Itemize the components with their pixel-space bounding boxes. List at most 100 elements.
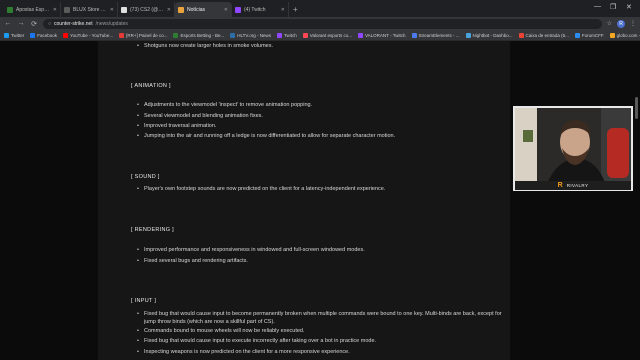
bookmark-label: HLTV.org - News (237, 32, 272, 38)
tab-title: Apostas Esports - Apostar Online (16, 6, 50, 13)
tab-title: (4) Twitch (244, 6, 266, 13)
browser-toolbar: ← → ⟳ ○ counter-strike.net/news/updates … (0, 17, 640, 30)
bookmark-favicon-icon (119, 32, 125, 38)
tab-favicon-icon (178, 6, 184, 13)
bookmark-label: Twitter (11, 32, 25, 38)
forward-icon[interactable]: → (17, 20, 25, 27)
webcam-feed (515, 108, 631, 189)
tab-favicon-icon (235, 6, 241, 13)
changelog-item: Improved performance and responsiveness … (137, 247, 506, 255)
bookmark-label: Valorant esports co... (309, 32, 352, 38)
bookmark-label: [RR+] Painel de co... (126, 32, 168, 38)
bookmark-item[interactable]: YouTube - YouTube... (63, 32, 114, 38)
browser-tab[interactable]: Notícias ✕ (175, 2, 232, 17)
changelog-item: Fixed bug that would cause input to exec… (137, 338, 506, 346)
close-tab-icon[interactable]: ✕ (167, 7, 171, 13)
changelog-item: Several viewmodel and blending animation… (137, 113, 506, 121)
maximize-icon[interactable]: ❐ (610, 3, 616, 11)
bookmark-label: Facebook (37, 32, 58, 38)
browser-tab[interactable]: BLUX Store - Compra e venda de✕ (61, 2, 118, 17)
address-bar[interactable]: ○ counter-strike.net/news/updates (43, 18, 602, 29)
bookmark-star-icon[interactable]: ☆ (607, 20, 612, 27)
bookmark-item[interactable]: Caixa de entrada (6... (518, 32, 569, 38)
bookmark-item[interactable]: Twitter (4, 32, 25, 38)
webcam-nameplate: R RIVALRY (515, 181, 631, 190)
bookmark-label: Esports Betting - Be... (180, 32, 225, 38)
tab-strip: Apostas Esports - Apostar Online✕BLUX St… (4, 2, 289, 17)
tab-title: (73) CS2 (@CounterStrike) / Twitter (130, 6, 164, 13)
tab-favicon-icon (64, 6, 70, 13)
bookmark-favicon-icon (277, 32, 283, 38)
changelog-content: Shotguns now create larger holes in smok… (98, 41, 510, 360)
bookmark-label: YouTube - YouTube... (70, 32, 114, 38)
bookmark-favicon-icon (411, 32, 417, 38)
bookmark-item[interactable]: VALORANT - Twitch (357, 32, 406, 38)
bookmarks-bar: Twitter Facebook YouTube - YouTube... [RR+]… (0, 30, 640, 41)
bookmark-item[interactable]: StreamElements - ... (411, 32, 460, 38)
changelog-item: Improved traversal animation. (137, 123, 506, 131)
changelog-item: Jumping into the air and running off a l… (137, 133, 506, 141)
lock-icon: ○ (48, 20, 52, 27)
close-tab-icon[interactable]: ✕ (110, 7, 114, 13)
bookmark-item[interactable]: Twitch (277, 32, 297, 38)
close-tab-icon[interactable]: ✕ (224, 7, 228, 13)
reload-icon[interactable]: ⟳ (30, 20, 38, 28)
bookmark-favicon-icon (302, 32, 308, 38)
bookmark-item[interactable]: Facebook (30, 32, 58, 38)
tab-title: BLUX Store - Compra e venda de (73, 6, 107, 13)
changelog-item: Adjustments to the viewmodel 'inspect' t… (137, 102, 506, 110)
changelog-item: Inspecting weapons is now predicted on t… (137, 349, 506, 357)
bookmark-item[interactable]: Nightbot - Dashbo... (465, 32, 513, 38)
tab-favicon-icon (7, 6, 13, 13)
page-scrollbar[interactable] (635, 97, 638, 119)
url-host: counter-strike.net (54, 20, 93, 27)
section-title-rendering: [ RENDERING ] (131, 227, 175, 233)
bookmark-favicon-icon (230, 32, 236, 38)
section-title-animation: [ ANIMATION ] (131, 83, 171, 89)
webcam-overlay (513, 106, 633, 191)
bookmark-label: Twitch (284, 32, 297, 38)
minimize-icon[interactable]: — (594, 3, 601, 10)
new-tab-icon[interactable]: + (289, 5, 302, 17)
bookmark-favicon-icon (609, 32, 615, 38)
bookmark-item[interactable]: HLTV.org - News (230, 32, 272, 38)
browser-tab-bar: Apostas Esports - Apostar Online✕BLUX St… (0, 0, 640, 17)
browser-tab[interactable]: Apostas Esports - Apostar Online✕ (4, 2, 61, 17)
bookmark-item[interactable]: Esports Betting - Be... (173, 32, 225, 38)
browser-tab[interactable]: (4) Twitch ✕ (232, 2, 289, 17)
bookmark-favicon-icon (465, 32, 471, 38)
bookmark-favicon-icon (518, 32, 524, 38)
bookmark-label: globo.com - Absolu... (616, 32, 640, 38)
bookmark-item[interactable]: ForumCFF (574, 32, 604, 38)
bookmark-item[interactable]: [RR+] Painel de co... (119, 32, 168, 38)
changelog-item: Fixed several bugs and rendering artifac… (137, 258, 506, 266)
bookmark-favicon-icon (574, 32, 580, 38)
close-tab-icon[interactable]: ✕ (53, 7, 57, 13)
bookmark-label: Nightbot - Dashbo... (472, 32, 513, 38)
menu-icon[interactable]: ⋮ (630, 20, 636, 27)
browser-tab[interactable]: (73) CS2 (@CounterStrike) / Twitter✕ (118, 2, 175, 17)
close-window-icon[interactable]: ✕ (626, 3, 632, 11)
bookmark-label: StreamElements - ... (418, 32, 460, 38)
bookmark-favicon-icon (30, 32, 36, 38)
back-icon[interactable]: ← (4, 20, 12, 27)
bookmark-item[interactable]: Valorant esports co... (302, 32, 352, 38)
bookmark-label: ForumCFF (581, 32, 604, 38)
section-title-sound: [ SOUND ] (131, 174, 160, 180)
changelog-item: Fixed bug that would cause input to beco… (137, 311, 506, 326)
tab-title: Notícias (187, 6, 206, 13)
bookmark-favicon-icon (357, 32, 363, 38)
rivalry-logo: R (557, 182, 563, 189)
tab-favicon-icon (121, 6, 127, 13)
profile-avatar[interactable]: R (617, 19, 625, 28)
bookmark-item[interactable]: globo.com - Absolu... (609, 32, 640, 38)
page-viewport: Shotguns now create larger holes in smok… (0, 41, 640, 360)
bookmark-label: VALORANT - Twitch (364, 32, 406, 38)
changelog-item: Commands bound to mouse wheels will now … (137, 328, 506, 336)
bookmark-label: Caixa de entrada (6... (525, 32, 569, 38)
close-tab-icon[interactable]: ✕ (281, 7, 285, 13)
webcam-name: RIVALRY (566, 183, 589, 188)
changelog-item: Player's own footstep sounds are now pre… (137, 186, 506, 194)
bookmark-favicon-icon (173, 32, 179, 38)
section-title-input: [ INPUT ] (131, 298, 157, 304)
